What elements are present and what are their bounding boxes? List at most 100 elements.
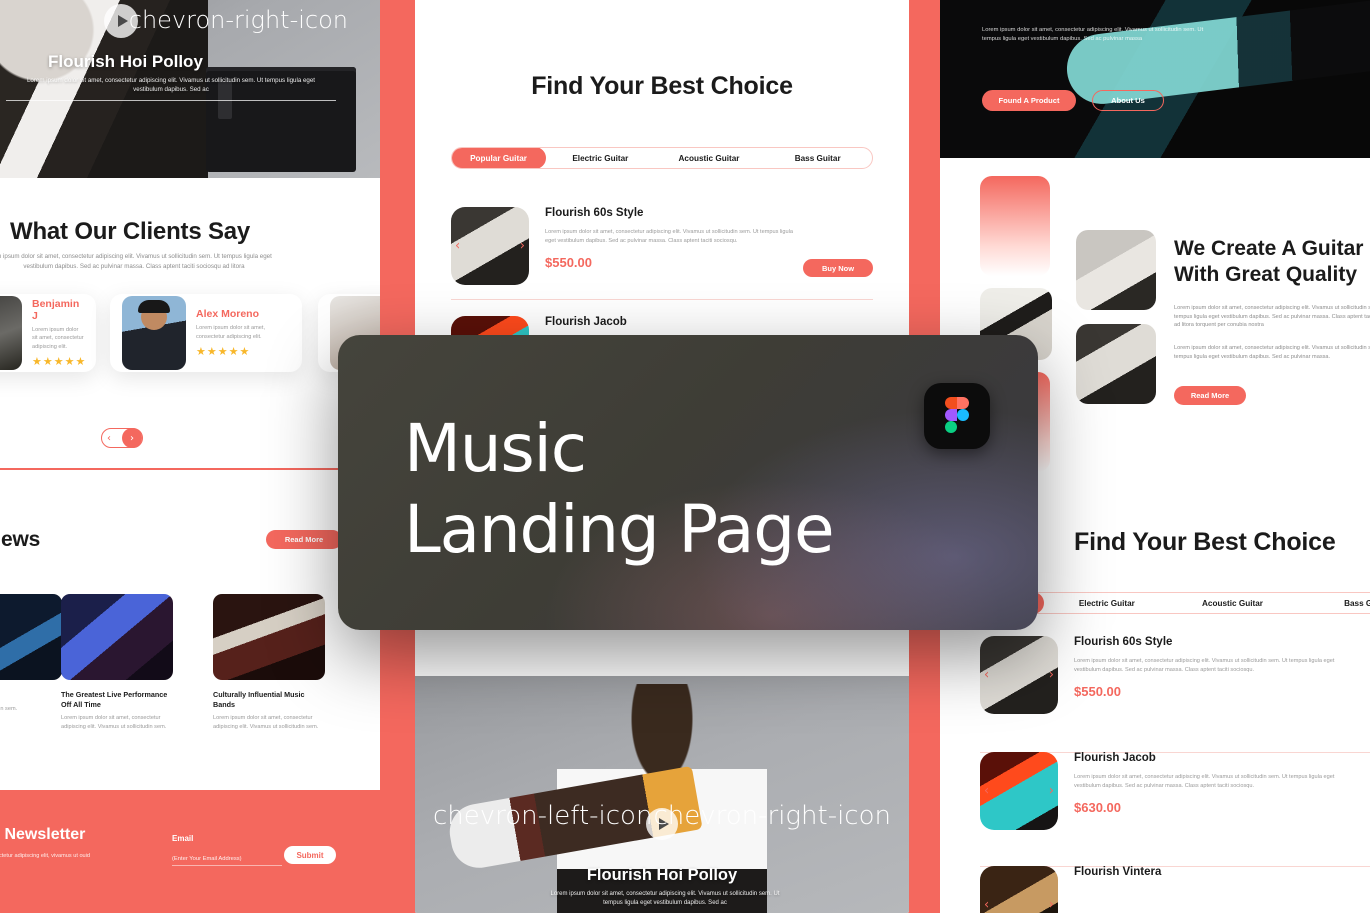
tab-acoustic-guitar[interactable]: Acoustic Guitar	[655, 154, 764, 163]
testimonial-text: Lorem ipsum dolor sit amet, consectetur …	[196, 325, 266, 340]
product-name: Flourish Jacob	[1074, 752, 1156, 764]
product-row[interactable]: ‹ › Flourish Jacob Lorem ipsum dolor sit…	[980, 752, 1370, 830]
about-thumbnail	[1076, 324, 1156, 404]
newsletter-heading: ur Newsletter	[0, 826, 86, 843]
news-thumbnail	[0, 594, 62, 680]
news-thumbnail	[213, 594, 325, 680]
chevron-left-icon[interactable]: ‹	[984, 898, 989, 913]
news-card-text: consectetur ollicitudin sem.	[0, 705, 18, 712]
about-read-more-button[interactable]: Read More	[1174, 386, 1246, 405]
email-field[interactable]: (Enter Your Email Address)	[172, 856, 282, 866]
mid-hero-slide: chevron-left-icon chevron-right-icon Flo…	[415, 676, 909, 913]
testimonials-section: What Our Clients Say m ipsum dolor sit a…	[0, 178, 380, 468]
tab-acoustic-guitar[interactable]: Acoustic Guitar	[1170, 599, 1296, 608]
news-card[interactable]: olution consectetur ollicitudin sem.	[0, 594, 62, 713]
chevron-right-icon[interactable]: chevron-right-icon	[653, 801, 891, 831]
product-name: Flourish Jacob	[545, 316, 627, 328]
product-thumbnail: ‹ ›	[980, 752, 1058, 830]
about-thumbnail	[1076, 230, 1156, 310]
email-field-label: Email	[172, 834, 194, 843]
hero-subtitle: Lorem ipsum dolor sit amet, consectetur …	[26, 77, 316, 94]
hero-title: Flourish Hoi Polloy	[48, 52, 203, 71]
product-description: Lorem ipsum dolor sit amet, consectetur …	[1074, 658, 1335, 673]
guitar-category-tabs[interactable]: Popular Guitar Electric Guitar Acoustic …	[451, 147, 873, 169]
left-hero-slide: chevron-right-icon Flourish Hoi Polloy L…	[0, 0, 380, 178]
found-a-product-button[interactable]: Found A Product	[982, 90, 1076, 111]
chevron-left-icon[interactable]: ‹	[455, 239, 460, 254]
news-card[interactable]: The Greatest Live Performance Off All Ti…	[61, 594, 173, 731]
testimonial-card[interactable]: Alex Moreno Lorem ipsum dolor sit amet, …	[110, 294, 302, 372]
tab-bass-guitar[interactable]: Bass Guitar	[763, 154, 872, 163]
figma-pink-shape	[957, 397, 969, 409]
overlay-title-line2: Landing Page	[404, 490, 835, 568]
title-overlay-card: Music Landing Page	[338, 335, 1038, 630]
chevron-left-icon[interactable]: ‹	[104, 433, 111, 444]
tab-electric-guitar[interactable]: Electric Guitar	[1044, 599, 1170, 608]
chevron-right-icon[interactable]: ›	[520, 239, 525, 254]
avatar	[0, 296, 22, 370]
about-paragraph-1: Lorem ipsum dolor sit amet, consectetur …	[1174, 305, 1370, 329]
chevron-left-icon[interactable]: ‹	[984, 784, 989, 799]
hero-subtitle: Lorem ipsum dolor sit amet, consectetur …	[550, 891, 780, 906]
product-row[interactable]: ‹ › Flourish 60s Style Lorem ipsum dolor…	[980, 636, 1370, 714]
about-us-button[interactable]: About Us	[1092, 90, 1164, 111]
figma-logo-icon	[924, 383, 990, 449]
tab-bass-guitar[interactable]: Bass G	[1295, 599, 1370, 608]
news-card[interactable]: Culturally Influential Music Bands Lorem…	[213, 594, 325, 731]
right-hero-banner: Lorem ipsum dolor sit amet, consectetur …	[940, 0, 1370, 158]
figma-orange-shape	[945, 397, 957, 409]
overlay-title-line1: Music	[404, 410, 587, 487]
news-read-more-button[interactable]: Read More	[266, 530, 342, 549]
chevron-left-icon[interactable]: chevron-left-icon	[433, 801, 652, 831]
figma-purple-shape	[945, 409, 957, 421]
news-card-text: Lorem ipsum dolor sit amet, consectetur …	[61, 715, 167, 730]
product-description: Lorem ipsum dolor sit amet, consectetur …	[545, 229, 793, 244]
news-section: News Read More olution consectetur ollic…	[0, 470, 380, 790]
left-mockup-column: chevron-right-icon Flourish Hoi Polloy L…	[0, 0, 380, 913]
testimonial-text: Lorem ipsum dolor sit amet, consectetur …	[32, 327, 84, 350]
testimonials-subheading: m ipsum dolor sit amet, consectetur adip…	[0, 253, 272, 270]
product-description: Lorem ipsum dolor sit amet, consectetur …	[1074, 774, 1335, 789]
chevron-right-icon[interactable]: ›	[1049, 784, 1054, 799]
product-thumbnail: ‹ ›	[980, 636, 1058, 714]
chevron-right-icon[interactable]: ›	[1049, 668, 1054, 683]
product-row[interactable]: ‹ › Flourish 60s Style Lorem ipsum dolor…	[451, 207, 873, 285]
product-price: $550.00	[1074, 684, 1121, 700]
hero-title: Flourish Hoi Polloy	[586, 866, 738, 884]
rating-stars: ★★★★★	[32, 355, 87, 368]
product-name: Flourish 60s Style	[1074, 636, 1173, 648]
chevron-right-icon[interactable]: ›	[122, 428, 142, 448]
about-heading-line2: With Great Quality	[1174, 263, 1358, 286]
hero-divider	[6, 100, 336, 101]
newsletter-text: consectetur adipiscing elit, vivamus ut …	[0, 853, 91, 859]
poster-canvas: chevron-right-icon Flourish Hoi Polloy L…	[0, 0, 1370, 913]
decorative-gradient-block	[980, 176, 1050, 276]
news-thumbnail	[61, 594, 173, 680]
figma-blue-shape	[957, 409, 969, 421]
chevron-left-icon[interactable]: ‹	[984, 668, 989, 683]
buy-now-button[interactable]: Buy Now	[803, 259, 873, 277]
testimonial-name: Benjamin J	[32, 298, 80, 323]
product-row[interactable]: ‹ › Flourish Vintera	[980, 866, 1370, 913]
news-heading: News	[0, 528, 41, 551]
product-name: Flourish Vintera	[1074, 866, 1162, 878]
right-hero-text: Lorem ipsum dolor sit amet, consectetur …	[982, 27, 1204, 42]
testimonial-card[interactable]: Benjamin J Lorem ipsum dolor sit amet, c…	[0, 294, 96, 372]
product-name: Flourish 60s Style	[545, 207, 644, 219]
testimonial-carousel-nav[interactable]: ‹ ›	[101, 428, 143, 448]
tab-electric-guitar[interactable]: Electric Guitar	[546, 154, 655, 163]
rating-stars: ★★★★★	[196, 345, 251, 358]
chevron-right-icon[interactable]: ›	[1049, 898, 1054, 913]
news-card-title: olution	[0, 690, 62, 700]
product-thumbnail: ‹ ›	[980, 866, 1058, 913]
figma-green-shape	[945, 421, 957, 433]
mid-heading: Find Your Best Choice	[531, 72, 793, 100]
news-card-title: Culturally Influential Music Bands	[213, 690, 305, 709]
right-choice-heading: Find Your Best Choice	[1074, 528, 1336, 556]
product-divider	[451, 299, 873, 300]
newsletter-submit-button[interactable]: Submit	[284, 846, 336, 864]
product-thumbnail: ‹ ›	[451, 207, 529, 285]
testimonial-name: Alex Moreno	[196, 308, 260, 321]
tab-popular-guitar[interactable]: Popular Guitar	[452, 148, 546, 168]
chevron-right-icon[interactable]: chevron-right-icon	[129, 6, 348, 34]
